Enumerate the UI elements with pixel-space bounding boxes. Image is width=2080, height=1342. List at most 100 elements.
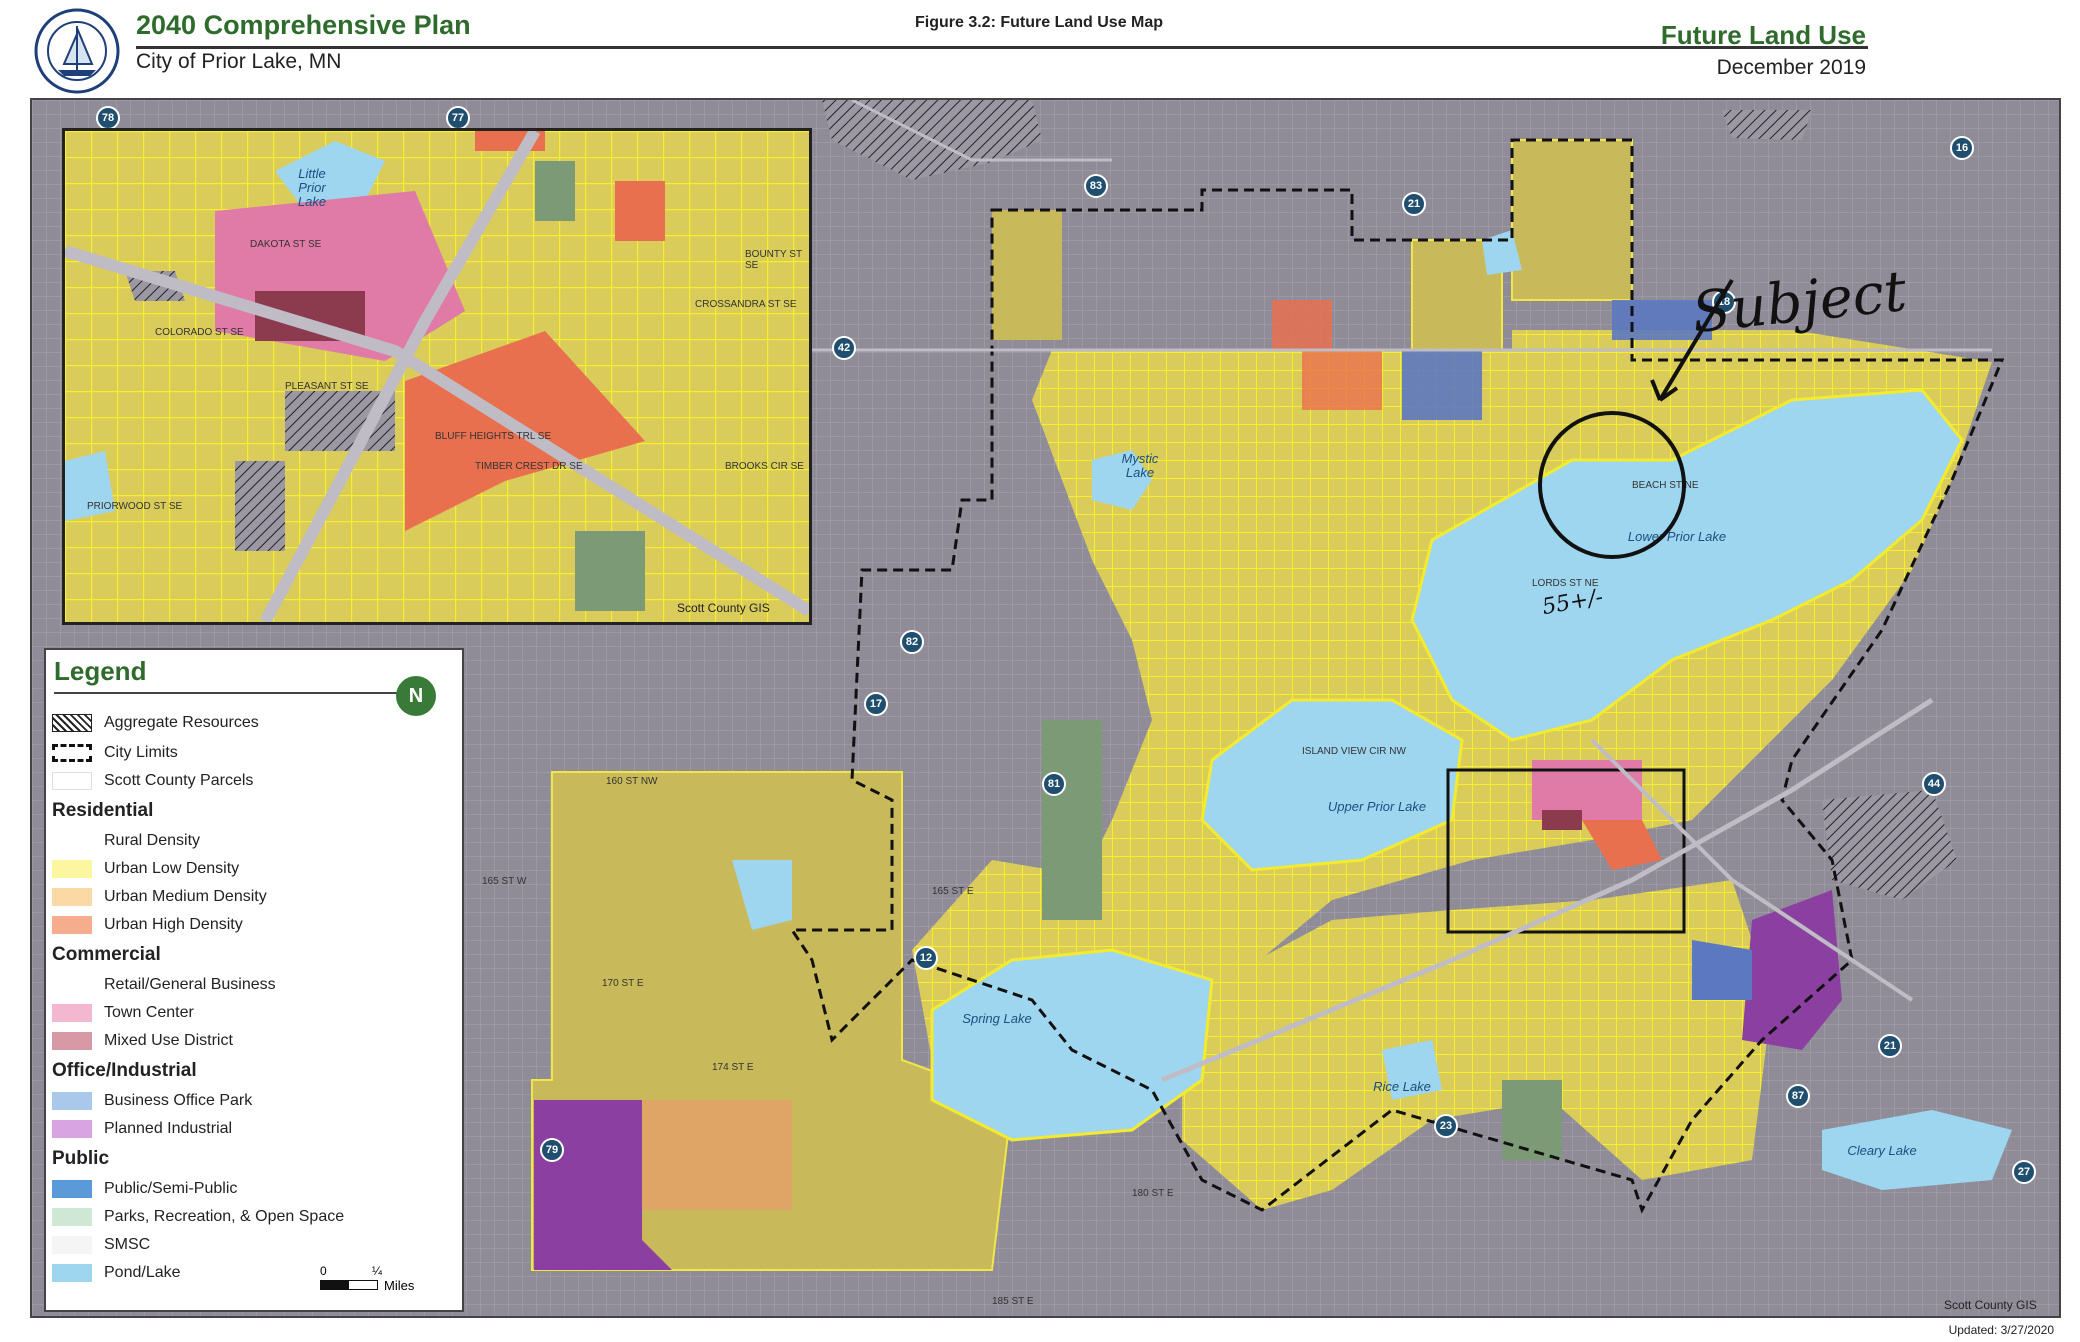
inset-street-crossandra: CROSSANDRA ST SE	[695, 299, 797, 310]
inset-lake-label-little-prior: Little Prior Lake	[297, 166, 327, 209]
lake-label-rice: Rice Lake	[1373, 1079, 1431, 1094]
inset-parks	[575, 531, 645, 611]
legend-item-planned-industrial: Planned Industrial	[52, 1118, 232, 1140]
planned-industrial-swatch-icon	[52, 1120, 92, 1138]
scale-unit: Miles	[384, 1278, 415, 1293]
street-label-170-st: 170 ST E	[602, 978, 644, 989]
business-park-east	[1692, 940, 1752, 1000]
street-label-165-st: 165 ST E	[932, 886, 974, 897]
figure-title: Figure 3.2: Future Land Use Map	[915, 14, 1164, 31]
hatch-swatch-icon	[52, 714, 92, 732]
route-shield-12: 12	[914, 946, 938, 970]
street-label-160-st: 160 ST NW	[606, 776, 658, 787]
legend-label-aggregate: Aggregate Resources	[104, 714, 259, 731]
scale-bar: 0 ¼ Miles	[320, 1264, 440, 1300]
legend-label-business-office: Business Office Park	[104, 1092, 253, 1109]
lake-label-cleary: Cleary Lake	[1847, 1143, 1917, 1158]
route-shield-83: 83	[1084, 174, 1108, 198]
urban-low-swatch-icon	[52, 860, 92, 878]
street-label-180-st: 180 ST E	[1132, 1188, 1174, 1199]
legend-item-parks: Parks, Recreation, & Open Space	[52, 1206, 344, 1228]
legend-divider	[54, 692, 408, 694]
inset-street-colorado: COLORADO ST SE	[155, 327, 244, 338]
legend-item-parcels: Scott County Parcels	[52, 770, 253, 792]
route-shield-16: 16	[1950, 136, 1974, 160]
urban-medium-swatch-icon	[52, 888, 92, 906]
legend-heading-public: Public	[52, 1148, 110, 1169]
plan-title: 2040 Comprehensive Plan	[136, 10, 471, 40]
legend-heading-commercial: Commercial	[52, 944, 161, 965]
aggregate-area-ne	[1722, 110, 1812, 140]
scale-bar-graphic	[320, 1280, 378, 1290]
lake-label-upper-prior: Upper Prior Lake	[1327, 799, 1427, 814]
legend-label-urban-medium: Urban Medium Density	[104, 888, 267, 905]
legend-label-rural: Rural Density	[104, 832, 201, 849]
route-shield-87: 87	[1786, 1084, 1810, 1108]
route-shield-82: 82	[900, 630, 924, 654]
map-header: 2040 Comprehensive Plan City of Prior La…	[0, 0, 2080, 100]
town-center-swatch-icon	[52, 1004, 92, 1022]
legend-item-pond-lake: Pond/Lake	[52, 1262, 181, 1284]
legend-item-mixed-use: Mixed Use District	[52, 1030, 233, 1052]
inset-street-pleasant: PLEASANT ST SE	[285, 381, 369, 392]
route-shield-81: 81	[1042, 772, 1066, 796]
legend-item-aggregate: Aggregate Resources	[52, 712, 259, 734]
street-label-174-st: 174 ST E	[712, 1062, 754, 1073]
legend-label-planned-industrial: Planned Industrial	[104, 1120, 233, 1137]
lake-label-spring: Spring Lake	[962, 1011, 1032, 1026]
dashed-swatch-icon	[52, 744, 92, 762]
lake-label-mystic: Mystic Lake	[1121, 451, 1159, 480]
inset-street-brooks: BROOKS CIR SE	[725, 461, 804, 472]
route-shield-42: 42	[832, 336, 856, 360]
legend-item-urban-medium: Urban Medium Density	[52, 886, 267, 908]
inset-credit: Scott County GIS	[677, 601, 770, 615]
inset-aggregate-south	[235, 461, 285, 551]
parks-swatch-icon	[52, 1208, 92, 1226]
business-park-north1	[1402, 350, 1482, 420]
route-shield-78: 78	[96, 106, 120, 130]
legend-label-urban-low: Urban Low Density	[104, 860, 240, 877]
legend-item-town-center: Town Center	[52, 1002, 194, 1024]
street-label-165-st-w: 165 ST W	[482, 876, 527, 887]
legend-item-urban-high: Urban High Density	[52, 914, 243, 936]
rural-swatch-icon	[52, 832, 92, 850]
legend-item-urban-low: Urban Low Density	[52, 858, 239, 880]
legend-label-mixed-use: Mixed Use District	[104, 1032, 233, 1049]
route-shield-23: 23	[1434, 1114, 1458, 1138]
legend-label-parcels: Scott County Parcels	[104, 772, 254, 789]
legend-item-retail: Retail/General Business	[52, 974, 276, 996]
public-swatch-icon	[52, 1180, 92, 1198]
high-density-north1	[1272, 300, 1332, 350]
route-shield-17: 17	[864, 692, 888, 716]
legend-title: Legend	[54, 656, 147, 686]
legend-item-smsc: SMSC	[52, 1234, 150, 1256]
downtown-inset-map: Little Prior Lake DAKOTA ST SE COLORADO …	[62, 128, 812, 625]
legend-item-city-limits: City Limits	[52, 742, 178, 764]
updated-date: Updated: 3/27/2020	[1948, 1323, 2054, 1337]
legend-label-parks: Parks, Recreation, & Open Space	[104, 1208, 345, 1225]
inset-map-graphic	[65, 131, 809, 622]
route-shield-77: 77	[446, 106, 470, 130]
smsc-swatch-icon	[52, 1236, 92, 1254]
inset-street-priorwood: PRIORWOOD ST SE	[87, 501, 183, 512]
main-credit: Scott County GIS	[1944, 1298, 2037, 1312]
inset-street-bluff-heights: BLUFF HEIGHTS TRL SE	[435, 431, 552, 442]
route-shield-79: 79	[540, 1138, 564, 1162]
legend-label-retail: Retail/General Business	[104, 976, 276, 993]
plan-city: City of Prior Lake, MN	[136, 50, 342, 73]
route-shield-21-south: 21	[1878, 1034, 1902, 1058]
mixed-use-swatch-icon	[52, 1032, 92, 1050]
medium-density-sw	[642, 1100, 792, 1210]
inset-parks-north	[535, 161, 575, 221]
mixed-use-downtown	[1542, 810, 1582, 830]
legend-heading-residential: Residential	[52, 800, 154, 821]
legend-item-business-office: Business Office Park	[52, 1090, 252, 1112]
route-shield-21-north: 21	[1402, 192, 1426, 216]
scale-quarter: ¼	[372, 1264, 383, 1278]
business-office-swatch-icon	[52, 1092, 92, 1110]
route-shield-44: 44	[1922, 772, 1946, 796]
legend-label-pond-lake: Pond/Lake	[104, 1264, 181, 1281]
legend-label-urban-high: Urban High Density	[104, 916, 243, 933]
legend-label-city-limits: City Limits	[104, 744, 178, 761]
map-legend: Legend N Aggregate Resources City Limits…	[44, 648, 464, 1312]
